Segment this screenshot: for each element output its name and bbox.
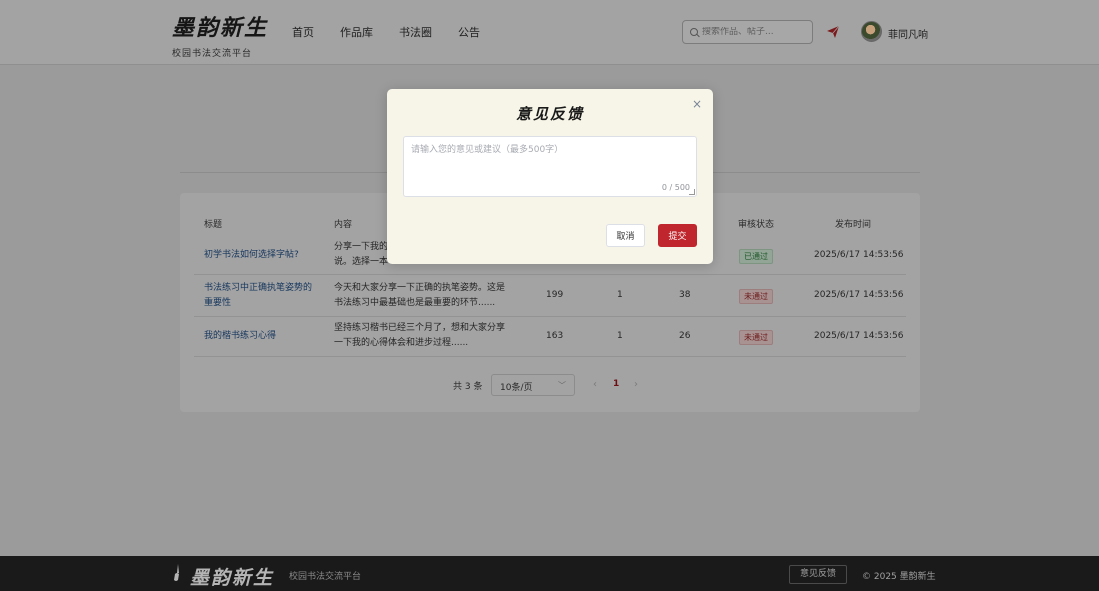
logo-text: 墨韵新生 — [172, 15, 269, 41]
post-time: 2025/6/17 14:53:56 — [814, 331, 904, 341]
resize-handle[interactable] — [689, 189, 695, 195]
site-logo[interactable]: 墨韵新生 校园书法交流平台 — [172, 10, 268, 59]
page-size-value: 10条/页 — [500, 383, 533, 393]
post-title-link[interactable]: 书法练习中正确执笔姿势的 — [204, 281, 312, 296]
table-row: 我的楷书练习心得 坚持练习楷书已经三个月了，想和大家分享 一下我的心得体会和进步… — [194, 317, 906, 357]
close-icon[interactable]: × — [692, 97, 702, 111]
feedback-textarea[interactable] — [404, 137, 696, 196]
view-count: 199 — [546, 290, 564, 300]
search-icon — [690, 28, 698, 36]
feedback-button[interactable]: 意见反馈 — [789, 565, 847, 584]
post-content: 说。选择一本 — [334, 257, 389, 267]
total-count: 共 3 条 — [453, 382, 483, 392]
view-count: 163 — [546, 331, 564, 341]
status-badge: 未通过 — [739, 330, 773, 345]
prev-page-button[interactable]: ‹ — [593, 379, 597, 390]
post-title-link[interactable]: 重要性 — [204, 296, 231, 311]
post-title-link[interactable]: 我的楷书练习心得 — [204, 329, 276, 344]
nav-works[interactable]: 作品库 — [340, 24, 373, 40]
comment-count: 38 — [679, 290, 691, 300]
like-count: 1 — [617, 331, 623, 341]
post-time: 2025/6/17 14:53:56 — [814, 250, 904, 260]
post-content: 书法练习中最基础也是最重要的环节...... — [334, 298, 496, 308]
nav-circle[interactable]: 书法圈 — [399, 24, 432, 40]
post-content: 坚持练习楷书已经三个月了，想和大家分享 — [334, 323, 506, 333]
page-number-current[interactable]: 1 — [613, 379, 619, 389]
cancel-button[interactable]: 取消 — [606, 224, 645, 247]
pagination: 共 3 条 10条/页 ﹀ ‹ 1 › — [180, 374, 920, 396]
post-time: 2025/6/17 14:53:56 — [814, 290, 904, 300]
logo-subtitle: 校园书法交流平台 — [172, 49, 253, 59]
col-time: 发布时间 — [835, 220, 872, 230]
post-content: 今天和大家分享一下正确的执笔姿势。这是 — [334, 283, 506, 293]
table-row: 书法练习中正确执笔姿势的 重要性 今天和大家分享一下正确的执笔姿势。这是 书法练… — [194, 275, 906, 317]
search-box[interactable] — [682, 20, 813, 44]
feedback-textarea-wrap: 0 / 500 — [403, 136, 697, 197]
col-content: 内容 — [334, 220, 353, 230]
footer-logo: 墨韵新生 — [190, 567, 275, 589]
header: 墨韵新生 校园书法交流平台 首页 作品库 书法圈 公告 菲同凡响 — [0, 0, 1099, 65]
comment-count: 26 — [679, 331, 691, 341]
page-size-select[interactable]: 10条/页 ﹀ — [491, 374, 575, 396]
post-content: 分享一下我的 — [334, 242, 389, 252]
feedback-dialog: 意见反馈 × 0 / 500 取消 提交 — [387, 89, 713, 264]
status-badge: 已通过 — [739, 249, 773, 264]
chevron-down-icon: ﹀ — [558, 381, 566, 390]
main-nav: 首页 作品库 书法圈 公告 — [292, 24, 480, 40]
status-badge: 未通过 — [739, 289, 773, 304]
footer-subtitle: 校园书法交流平台 — [289, 572, 362, 582]
dialog-title: 意见反馈 — [515, 105, 584, 123]
post-title-link[interactable]: 初学书法如何选择字帖? — [204, 248, 299, 263]
submit-button[interactable]: 提交 — [658, 224, 697, 247]
nav-home[interactable]: 首页 — [292, 24, 314, 40]
search-input[interactable] — [702, 27, 802, 37]
avatar[interactable] — [861, 21, 882, 42]
copyright: © 2025 墨韵新生 — [862, 572, 936, 582]
post-content: 一下我的心得体会和进步过程...... — [334, 338, 469, 348]
nav-announcements[interactable]: 公告 — [458, 24, 480, 40]
like-count: 1 — [617, 290, 623, 300]
username[interactable]: 菲同凡响 — [888, 26, 928, 41]
col-title: 标题 — [204, 220, 223, 230]
footer: 墨韵新生 校园书法交流平台 意见反馈 © 2025 墨韵新生 — [0, 556, 1099, 591]
paper-plane-icon[interactable] — [826, 25, 840, 39]
next-page-button[interactable]: › — [634, 379, 638, 390]
brush-icon — [174, 564, 179, 581]
char-counter: 0 / 500 — [661, 183, 690, 192]
col-status: 审核状态 — [738, 220, 775, 230]
